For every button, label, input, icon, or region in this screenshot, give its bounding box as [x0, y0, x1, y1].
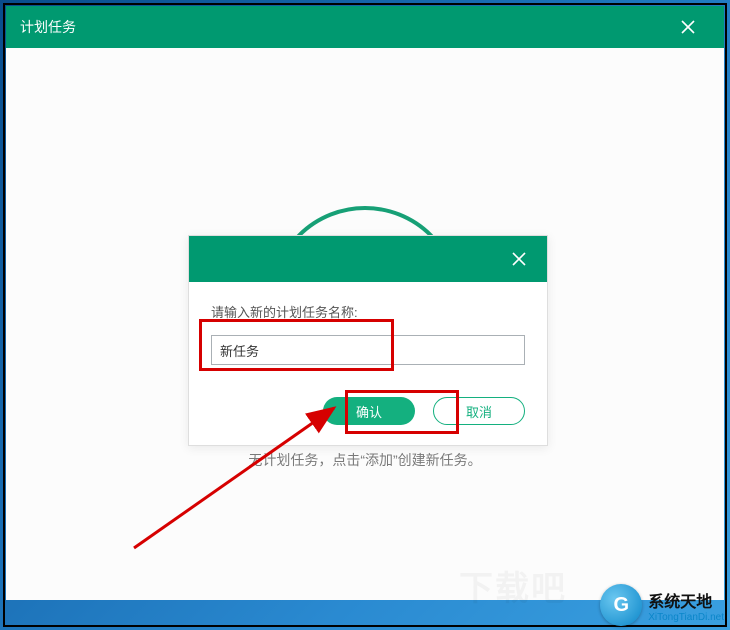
close-icon	[511, 251, 527, 267]
dialog-body: 请输入新的计划任务名称:	[189, 282, 547, 383]
main-titlebar: 计划任务	[6, 6, 724, 48]
site-watermark: G 系统天地 XiTongTianDi.net	[600, 584, 724, 626]
watermark-text: 系统天地 XiTongTianDi.net	[648, 588, 724, 623]
new-task-dialog: 请输入新的计划任务名称: 确认 取消	[188, 235, 548, 446]
main-title: 计划任务	[20, 17, 76, 37]
dialog-titlebar	[189, 236, 547, 282]
watermark-url: XiTongTianDi.net	[648, 612, 724, 623]
close-icon	[680, 19, 696, 35]
watermark-title: 系统天地	[648, 588, 724, 612]
main-close-button[interactable]	[666, 6, 710, 48]
main-window: 计划任务 无计划任务，点击“添加”创建新任务。 请输入新的计划任务名称:	[6, 6, 724, 600]
task-name-input[interactable]	[211, 335, 525, 365]
cancel-button[interactable]: 取消	[433, 397, 525, 425]
faint-watermark-text: 下载吧	[459, 561, 567, 610]
main-content: 无计划任务，点击“添加”创建新任务。 请输入新的计划任务名称: 确认 取消	[6, 48, 724, 600]
watermark-logo-icon: G	[600, 584, 642, 626]
empty-state-text: 无计划任务，点击“添加”创建新任务。	[6, 450, 724, 470]
dialog-footer: 确认 取消	[189, 383, 547, 445]
dialog-close-button[interactable]	[499, 236, 539, 282]
confirm-button[interactable]: 确认	[323, 397, 415, 425]
dialog-prompt-label: 请输入新的计划任务名称:	[211, 302, 525, 321]
